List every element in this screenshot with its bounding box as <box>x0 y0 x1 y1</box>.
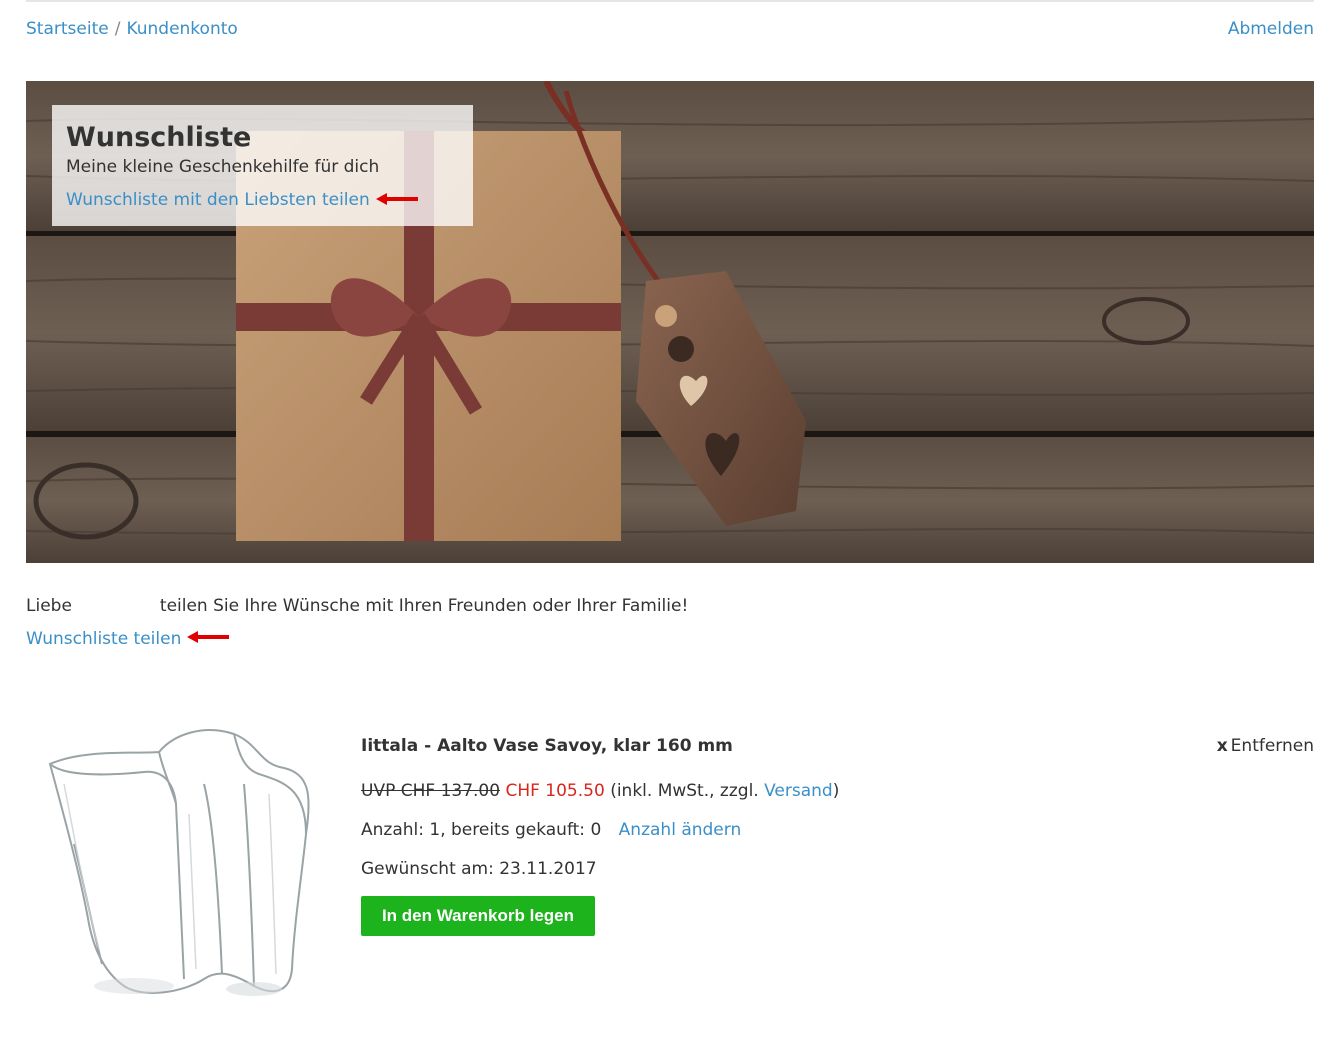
remove-label: Entfernen <box>1230 736 1314 756</box>
price-old: UVP CHF 137.00 <box>361 781 501 801</box>
hero-text-box: Wunschliste Meine kleine Geschenkehilfe … <box>52 105 473 226</box>
breadcrumb-account-link[interactable]: Kundenkonto <box>126 19 237 39</box>
left-arrow-icon <box>375 191 420 210</box>
change-quantity-link[interactable]: Anzahl ändern <box>619 820 742 840</box>
price-new: CHF 105.50 <box>505 781 605 801</box>
page-title: Wunschliste <box>66 122 252 153</box>
price-line: UVP CHF 137.00 CHF 105.50 (inkl. MwSt., … <box>361 779 839 803</box>
breadcrumb-home-link[interactable]: Startseite <box>26 19 109 39</box>
intro-greeting: Liebe <box>26 596 72 616</box>
tax-info-suffix: ) <box>832 781 840 801</box>
top-divider <box>26 0 1314 2</box>
wished-date: Gewünscht am: 23.11.2017 <box>361 859 597 879</box>
close-icon: x <box>1216 736 1228 756</box>
wishlist-hero-banner: Wunschliste Meine kleine Geschenkehilfe … <box>26 81 1314 563</box>
product-image-vase[interactable] <box>44 724 316 1004</box>
share-wishlist-link[interactable]: Wunschliste teilen <box>26 629 181 649</box>
quantity-info: Anzahl: 1, bereits gekauft: 0 <box>361 820 602 840</box>
breadcrumb: Startseite / Kundenkonto <box>26 17 238 41</box>
product-name[interactable]: Iittala - Aalto Vase Savoy, klar 160 mm <box>361 734 733 758</box>
hero-share-wishlist-link[interactable]: Wunschliste mit den Liebsten teilen <box>66 188 370 212</box>
breadcrumb-separator: / <box>114 19 121 39</box>
logout-link[interactable]: Abmelden <box>1228 17 1314 41</box>
intro-message: teilen Sie Ihre Wünsche mit Ihren Freund… <box>159 596 689 616</box>
remove-button[interactable]: x Entfernen <box>1217 734 1314 758</box>
shipping-link[interactable]: Versand <box>764 781 833 801</box>
add-to-cart-button[interactable]: In den Warenkorb legen <box>361 896 595 936</box>
hero-subtitle: Meine kleine Geschenkehilfe für dich <box>66 157 380 177</box>
tax-info-prefix: (inkl. MwSt., zzgl. <box>610 781 759 801</box>
share-link-row: Wunschliste teilen <box>26 627 231 651</box>
left-arrow-icon <box>187 627 231 651</box>
quantity-line: Anzahl: 1, bereits gekauft: 0 Anzahl änd… <box>361 818 741 842</box>
intro-text: Liebe teilen Sie Ihre Wünsche mit Ihren F… <box>26 594 688 618</box>
